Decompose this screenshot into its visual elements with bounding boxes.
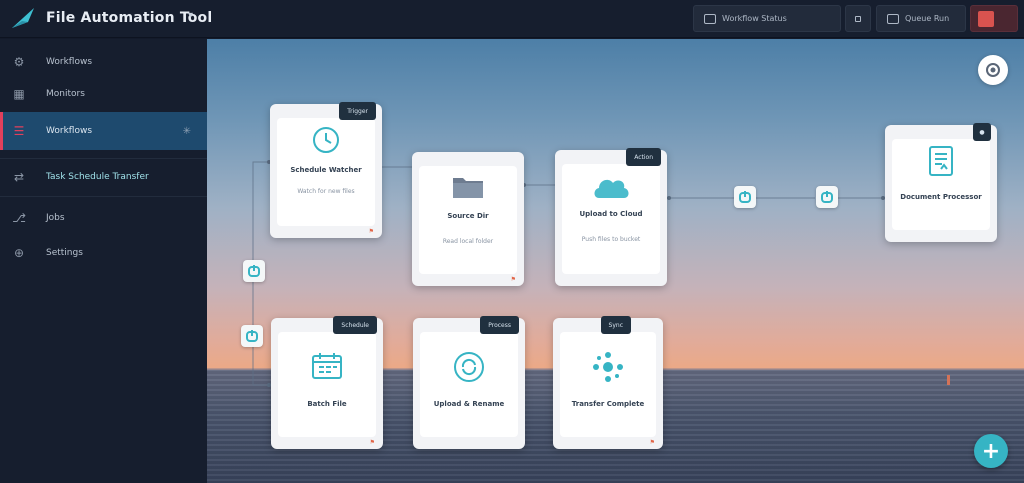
workflow-node-document-processor[interactable]: ● Document Processor bbox=[885, 123, 997, 242]
sidebar-item-workflows[interactable]: ☰ Workflows ✳ bbox=[0, 112, 207, 150]
node-label: Transfer Complete bbox=[571, 400, 645, 408]
share-icon: ⎇ bbox=[12, 211, 26, 225]
node-tag: ● bbox=[973, 123, 991, 141]
flag-icon: ⚑ bbox=[649, 439, 655, 446]
node-body bbox=[420, 332, 518, 437]
node-body bbox=[560, 332, 656, 437]
workflow-node-transfer-complete[interactable]: Sync Transfer Complete ⚑ bbox=[553, 316, 663, 449]
sidebar-divider bbox=[0, 196, 207, 197]
refresh-icon bbox=[454, 352, 484, 382]
sidebar-item-label: Jobs bbox=[46, 213, 65, 223]
workflow-node-source-dir[interactable]: Source Dir Read local folder ⚑ bbox=[412, 152, 524, 286]
sidebar-item-monitors[interactable]: ▦ Monitors bbox=[0, 79, 207, 109]
node-label: Document Processor bbox=[900, 193, 982, 201]
workflow-canvas[interactable]: Trigger Schedule Watcher Watch for new f… bbox=[207, 39, 1024, 483]
node-label: Upload to Cloud bbox=[579, 210, 643, 218]
sidebar-item-jobs[interactable]: ⎇ Jobs bbox=[0, 203, 207, 233]
globe-icon: ⊕ bbox=[13, 246, 25, 260]
workflow-status-label: Workflow Status bbox=[722, 14, 787, 23]
add-step-connector[interactable] bbox=[816, 186, 838, 208]
workflow-node-upload-to-cloud[interactable]: Action Upload to Cloud Push files to buc… bbox=[555, 148, 667, 286]
calendar-icon bbox=[312, 353, 342, 379]
sidebar-item-label: Task Schedule Transfer bbox=[46, 172, 149, 182]
node-subtitle: Read local folder bbox=[442, 238, 494, 245]
node-subtitle: Watch for new files bbox=[297, 188, 355, 195]
user-menu-button[interactable] bbox=[970, 5, 1018, 32]
sidebar-item-workflows-top[interactable]: ⚙ Workflows bbox=[0, 47, 207, 77]
flag-icon: ⚑ bbox=[510, 276, 516, 283]
workflow-node-batch-file[interactable]: Schedule Batch File ⚑ bbox=[271, 316, 383, 449]
active-indicator bbox=[0, 112, 3, 150]
chevron-down-icon[interactable]: ▾ bbox=[188, 10, 193, 21]
node-tag: Sync bbox=[600, 316, 631, 334]
node-label: Source Dir bbox=[447, 212, 489, 220]
dot-icon bbox=[855, 15, 861, 22]
workflow-status-button[interactable]: Workflow Status bbox=[693, 5, 841, 32]
workflow-node-schedule-watcher[interactable]: Trigger Schedule Watcher Watch for new f… bbox=[270, 102, 382, 238]
sidebar-item-label: Workflows bbox=[46, 126, 93, 136]
add-step-connector[interactable] bbox=[243, 260, 265, 282]
avatar bbox=[978, 11, 994, 27]
sidebar-item-task-schedule-transfer[interactable]: ⇄ Task Schedule Transfer bbox=[0, 162, 207, 192]
node-tag: Process bbox=[480, 316, 519, 334]
node-label: Batch File bbox=[307, 400, 347, 408]
flag-icon: ⚑ bbox=[368, 228, 374, 235]
link-icon bbox=[248, 265, 260, 277]
sidebar-item-label: Workflows bbox=[46, 57, 93, 67]
sidebar-item-settings[interactable]: ⊕ Settings bbox=[0, 238, 207, 268]
link-icon bbox=[246, 330, 258, 342]
queue-run-button[interactable]: Queue Run bbox=[876, 5, 966, 32]
list-icon: ☰ bbox=[13, 124, 25, 138]
app-logo bbox=[12, 8, 34, 28]
plus-icon: + bbox=[981, 438, 1001, 464]
sidebar-item-label: Monitors bbox=[46, 89, 85, 99]
queue-run-label: Queue Run bbox=[905, 14, 950, 23]
node-subtitle: Push files to bucket bbox=[581, 236, 641, 243]
gear-icon bbox=[986, 63, 1000, 77]
sidebar: ⚙ Workflows ▦ Monitors ☰ Workflows ✳ ⇄ T… bbox=[0, 39, 207, 483]
add-node-button[interactable]: + bbox=[974, 434, 1008, 468]
node-tag: Action bbox=[626, 148, 661, 166]
folder-icon bbox=[453, 178, 483, 198]
add-step-connector[interactable] bbox=[734, 186, 756, 208]
flag-icon: ⚑ bbox=[369, 439, 375, 446]
link-icon bbox=[821, 191, 833, 203]
top-bar: File Automation Tool ▾ Workflow Status Q… bbox=[0, 0, 1024, 38]
pin-icon[interactable]: ✳ bbox=[183, 126, 191, 137]
clock-icon bbox=[313, 127, 339, 153]
workflow-node-upload-rename[interactable]: Process Upload & Rename bbox=[413, 316, 525, 449]
node-body bbox=[278, 332, 376, 437]
node-tag: Trigger bbox=[339, 102, 376, 120]
add-step-connector[interactable] bbox=[241, 325, 263, 347]
node-label: Schedule Watcher bbox=[290, 166, 362, 174]
document-icon bbox=[929, 146, 953, 176]
sidebar-item-label: Settings bbox=[46, 248, 83, 258]
queue-icon bbox=[887, 13, 899, 24]
sidebar-divider bbox=[0, 158, 207, 159]
transfer-icon: ⇄ bbox=[13, 170, 25, 184]
node-label: Upload & Rename bbox=[433, 400, 505, 408]
node-tag: Schedule bbox=[333, 316, 377, 334]
monitor-icon bbox=[704, 13, 716, 24]
grid-icon: ▦ bbox=[13, 87, 25, 101]
toggle-button[interactable] bbox=[845, 5, 871, 32]
network-icon bbox=[593, 352, 623, 382]
link-icon bbox=[739, 191, 751, 203]
canvas-settings-button[interactable] bbox=[978, 55, 1008, 85]
cloud-icon bbox=[594, 179, 629, 198]
gear-icon: ⚙ bbox=[13, 55, 25, 69]
